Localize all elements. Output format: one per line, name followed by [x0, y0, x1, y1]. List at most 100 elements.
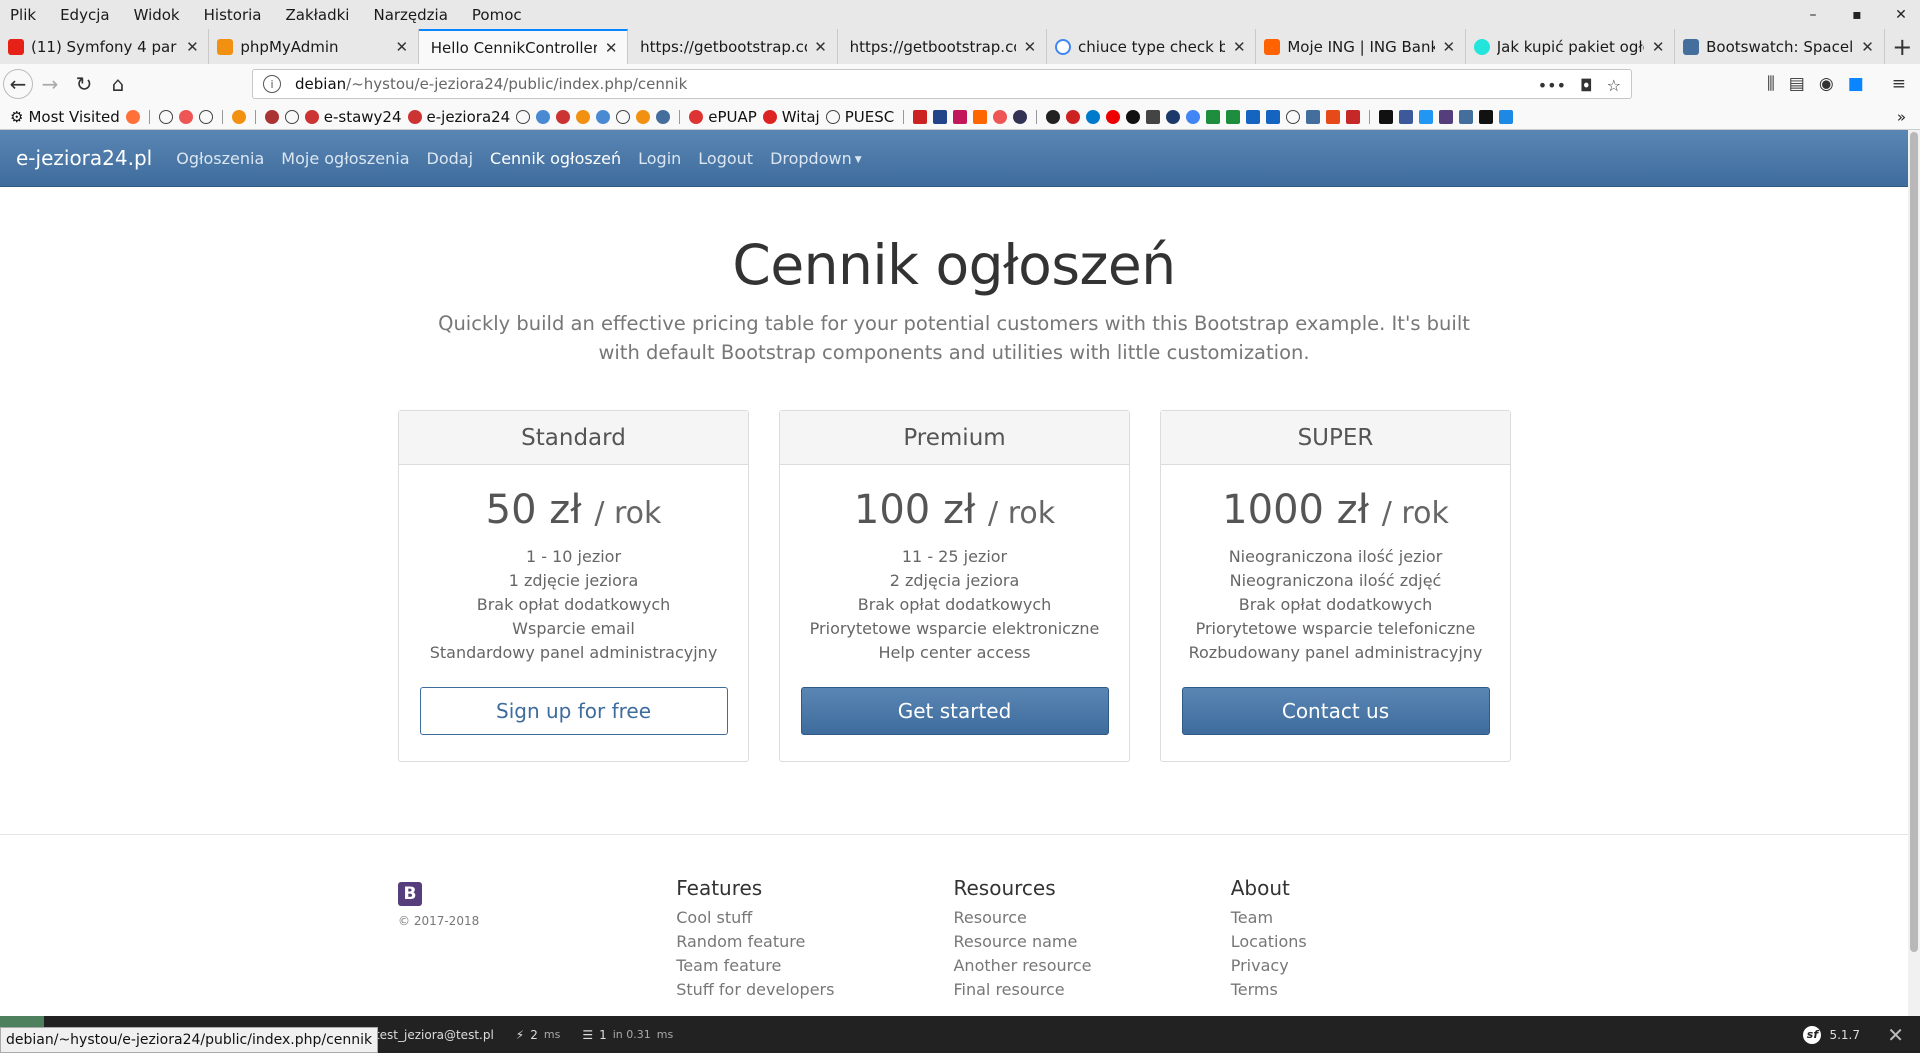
- bookmark-star-icon[interactable]: ☆: [1607, 76, 1621, 95]
- nav-logout[interactable]: Logout: [698, 149, 753, 168]
- new-tab-button[interactable]: +: [1885, 29, 1920, 64]
- bookmark-item[interactable]: [1326, 109, 1341, 124]
- bookmark-item[interactable]: [1266, 109, 1281, 124]
- bookmark-item[interactable]: [1379, 109, 1394, 124]
- close-tab-icon[interactable]: ✕: [1860, 38, 1876, 56]
- footer-link[interactable]: Resource: [953, 906, 1230, 930]
- menu-zakladki[interactable]: Zakładki: [273, 6, 361, 24]
- bookmark-item[interactable]: [264, 109, 279, 124]
- nav-moje-ogloszenia[interactable]: Moje ogłoszenia: [281, 149, 409, 168]
- get-started-button[interactable]: Get started: [800, 687, 1109, 735]
- bookmark-item[interactable]: [284, 109, 299, 124]
- bookmark-item[interactable]: [1346, 109, 1361, 124]
- bookmark-item[interactable]: [125, 109, 140, 124]
- bookmark-item[interactable]: [636, 109, 651, 124]
- browser-tab[interactable]: https://getbootstrap.com/docs ✕: [838, 29, 1047, 64]
- footer-link[interactable]: Random feature: [676, 930, 953, 954]
- bookmark-item[interactable]: [596, 109, 611, 124]
- sidebar-icon[interactable]: ▤: [1789, 74, 1805, 94]
- bookmark-e-jeziora24[interactable]: e-jeziora24: [407, 108, 510, 126]
- footer-link[interactable]: Team feature: [676, 954, 953, 978]
- nav-ogloszenia[interactable]: Ogłoszenia: [176, 149, 264, 168]
- bookmark-item[interactable]: [516, 109, 531, 124]
- menu-widok[interactable]: Widok: [122, 6, 192, 24]
- bookmark-item[interactable]: [1046, 109, 1061, 124]
- library-icon[interactable]: ⫼: [1767, 74, 1775, 94]
- minimize-icon[interactable]: –: [1802, 7, 1824, 23]
- menu-historia[interactable]: Historia: [192, 6, 274, 24]
- bookmark-item[interactable]: [1246, 109, 1261, 124]
- browser-tab[interactable]: https://getbootstrap.com/docs ✕: [628, 29, 838, 64]
- bookmark-item[interactable]: [1066, 109, 1081, 124]
- bookmark-item[interactable]: [1286, 109, 1301, 124]
- bookmark-item[interactable]: [1459, 109, 1474, 124]
- bookmark-item[interactable]: [1226, 109, 1241, 124]
- bookmark-item[interactable]: [198, 109, 213, 124]
- hamburger-menu-icon[interactable]: ≡: [1892, 74, 1906, 94]
- url-bar[interactable]: i debian/~hystou/e-jeziora24/public/inde…: [252, 69, 1632, 99]
- browser-tab[interactable]: phpMyAdmin ✕: [209, 29, 419, 64]
- bookmark-item[interactable]: [616, 109, 631, 124]
- bookmark-witaj[interactable]: Witaj: [762, 108, 820, 126]
- close-toolbar-icon[interactable]: ✕: [1887, 1016, 1904, 1053]
- home-icon[interactable]: ⌂: [101, 67, 135, 101]
- bookmark-puesc[interactable]: PUESC: [825, 108, 894, 126]
- close-tab-icon[interactable]: ✕: [813, 38, 829, 56]
- bookmark-item[interactable]: [556, 109, 571, 124]
- bookmark-item[interactable]: [1086, 109, 1101, 124]
- bookmark-item[interactable]: [1419, 109, 1434, 124]
- bookmark-item[interactable]: [1399, 109, 1414, 124]
- bookmark-item[interactable]: [656, 109, 671, 124]
- maximize-icon[interactable]: ▪: [1846, 7, 1868, 23]
- close-tab-icon[interactable]: ✕: [1022, 38, 1038, 56]
- footer-link[interactable]: Team: [1231, 906, 1508, 930]
- close-tab-icon[interactable]: ✕: [1231, 38, 1247, 56]
- back-icon[interactable]: ←: [3, 69, 33, 99]
- footer-link[interactable]: Resource name: [953, 930, 1230, 954]
- footer-link[interactable]: Privacy: [1231, 954, 1508, 978]
- close-tab-icon[interactable]: ✕: [603, 39, 619, 57]
- bookmark-item[interactable]: [973, 109, 988, 124]
- sign-up-button[interactable]: Sign up for free: [419, 687, 728, 735]
- reload-icon[interactable]: ↻: [67, 67, 101, 101]
- bookmark-item[interactable]: [231, 109, 246, 124]
- bookmark-item[interactable]: [576, 109, 591, 124]
- account-icon[interactable]: ◉: [1819, 74, 1834, 94]
- nav-cennik-ogloszen[interactable]: Cennik ogłoszeń: [490, 149, 621, 168]
- browser-tab-active[interactable]: Hello CennikController! ✕: [418, 29, 629, 64]
- menu-pomoc[interactable]: Pomoc: [460, 6, 534, 24]
- bookmark-e-stawy24[interactable]: e-stawy24: [304, 108, 402, 126]
- bookmark-item[interactable]: [536, 109, 551, 124]
- debug-db[interactable]: ☰ 1 in 0.31 ms: [582, 1028, 673, 1042]
- close-window-icon[interactable]: ✕: [1890, 7, 1912, 23]
- browser-tab[interactable]: Moje ING | ING Bank Śląski ✕: [1256, 29, 1466, 64]
- menu-narzedzia[interactable]: Narzędzia: [361, 6, 459, 24]
- site-info-icon[interactable]: i: [263, 75, 281, 93]
- bookmark-item[interactable]: [1166, 109, 1181, 124]
- bookmark-epuap[interactable]: ePUAP: [689, 108, 757, 126]
- bookmark-item[interactable]: [1146, 109, 1161, 124]
- extension-icon[interactable]: ■: [1848, 74, 1864, 94]
- forward-icon[interactable]: →: [33, 67, 67, 101]
- close-tab-icon[interactable]: ✕: [184, 38, 200, 56]
- bookmarks-overflow-icon[interactable]: »: [1897, 108, 1906, 126]
- bookmark-item[interactable]: [1206, 109, 1221, 124]
- bookmark-most-visited[interactable]: ⚙ Most Visited: [10, 108, 120, 126]
- page-actions-icon[interactable]: •••: [1538, 76, 1566, 95]
- footer-link[interactable]: Final resource: [953, 978, 1230, 1002]
- close-tab-icon[interactable]: ✕: [1441, 38, 1457, 56]
- contact-us-button[interactable]: Contact us: [1181, 687, 1490, 735]
- nav-dodaj[interactable]: Dodaj: [427, 149, 474, 168]
- bookmark-item[interactable]: [993, 109, 1008, 124]
- close-tab-icon[interactable]: ✕: [1650, 38, 1666, 56]
- bookmark-item[interactable]: [1306, 109, 1321, 124]
- bookmark-item[interactable]: [158, 109, 173, 124]
- menu-edycja[interactable]: Edycja: [48, 6, 121, 24]
- debug-time[interactable]: ⚡ 2 ms: [516, 1028, 561, 1042]
- close-tab-icon[interactable]: ✕: [394, 38, 410, 56]
- bookmark-item[interactable]: [1439, 109, 1454, 124]
- footer-link[interactable]: Cool stuff: [676, 906, 953, 930]
- symfony-version[interactable]: sf 5.1.7: [1803, 1016, 1860, 1053]
- bookmark-item[interactable]: [1106, 109, 1121, 124]
- bookmark-item[interactable]: [178, 109, 193, 124]
